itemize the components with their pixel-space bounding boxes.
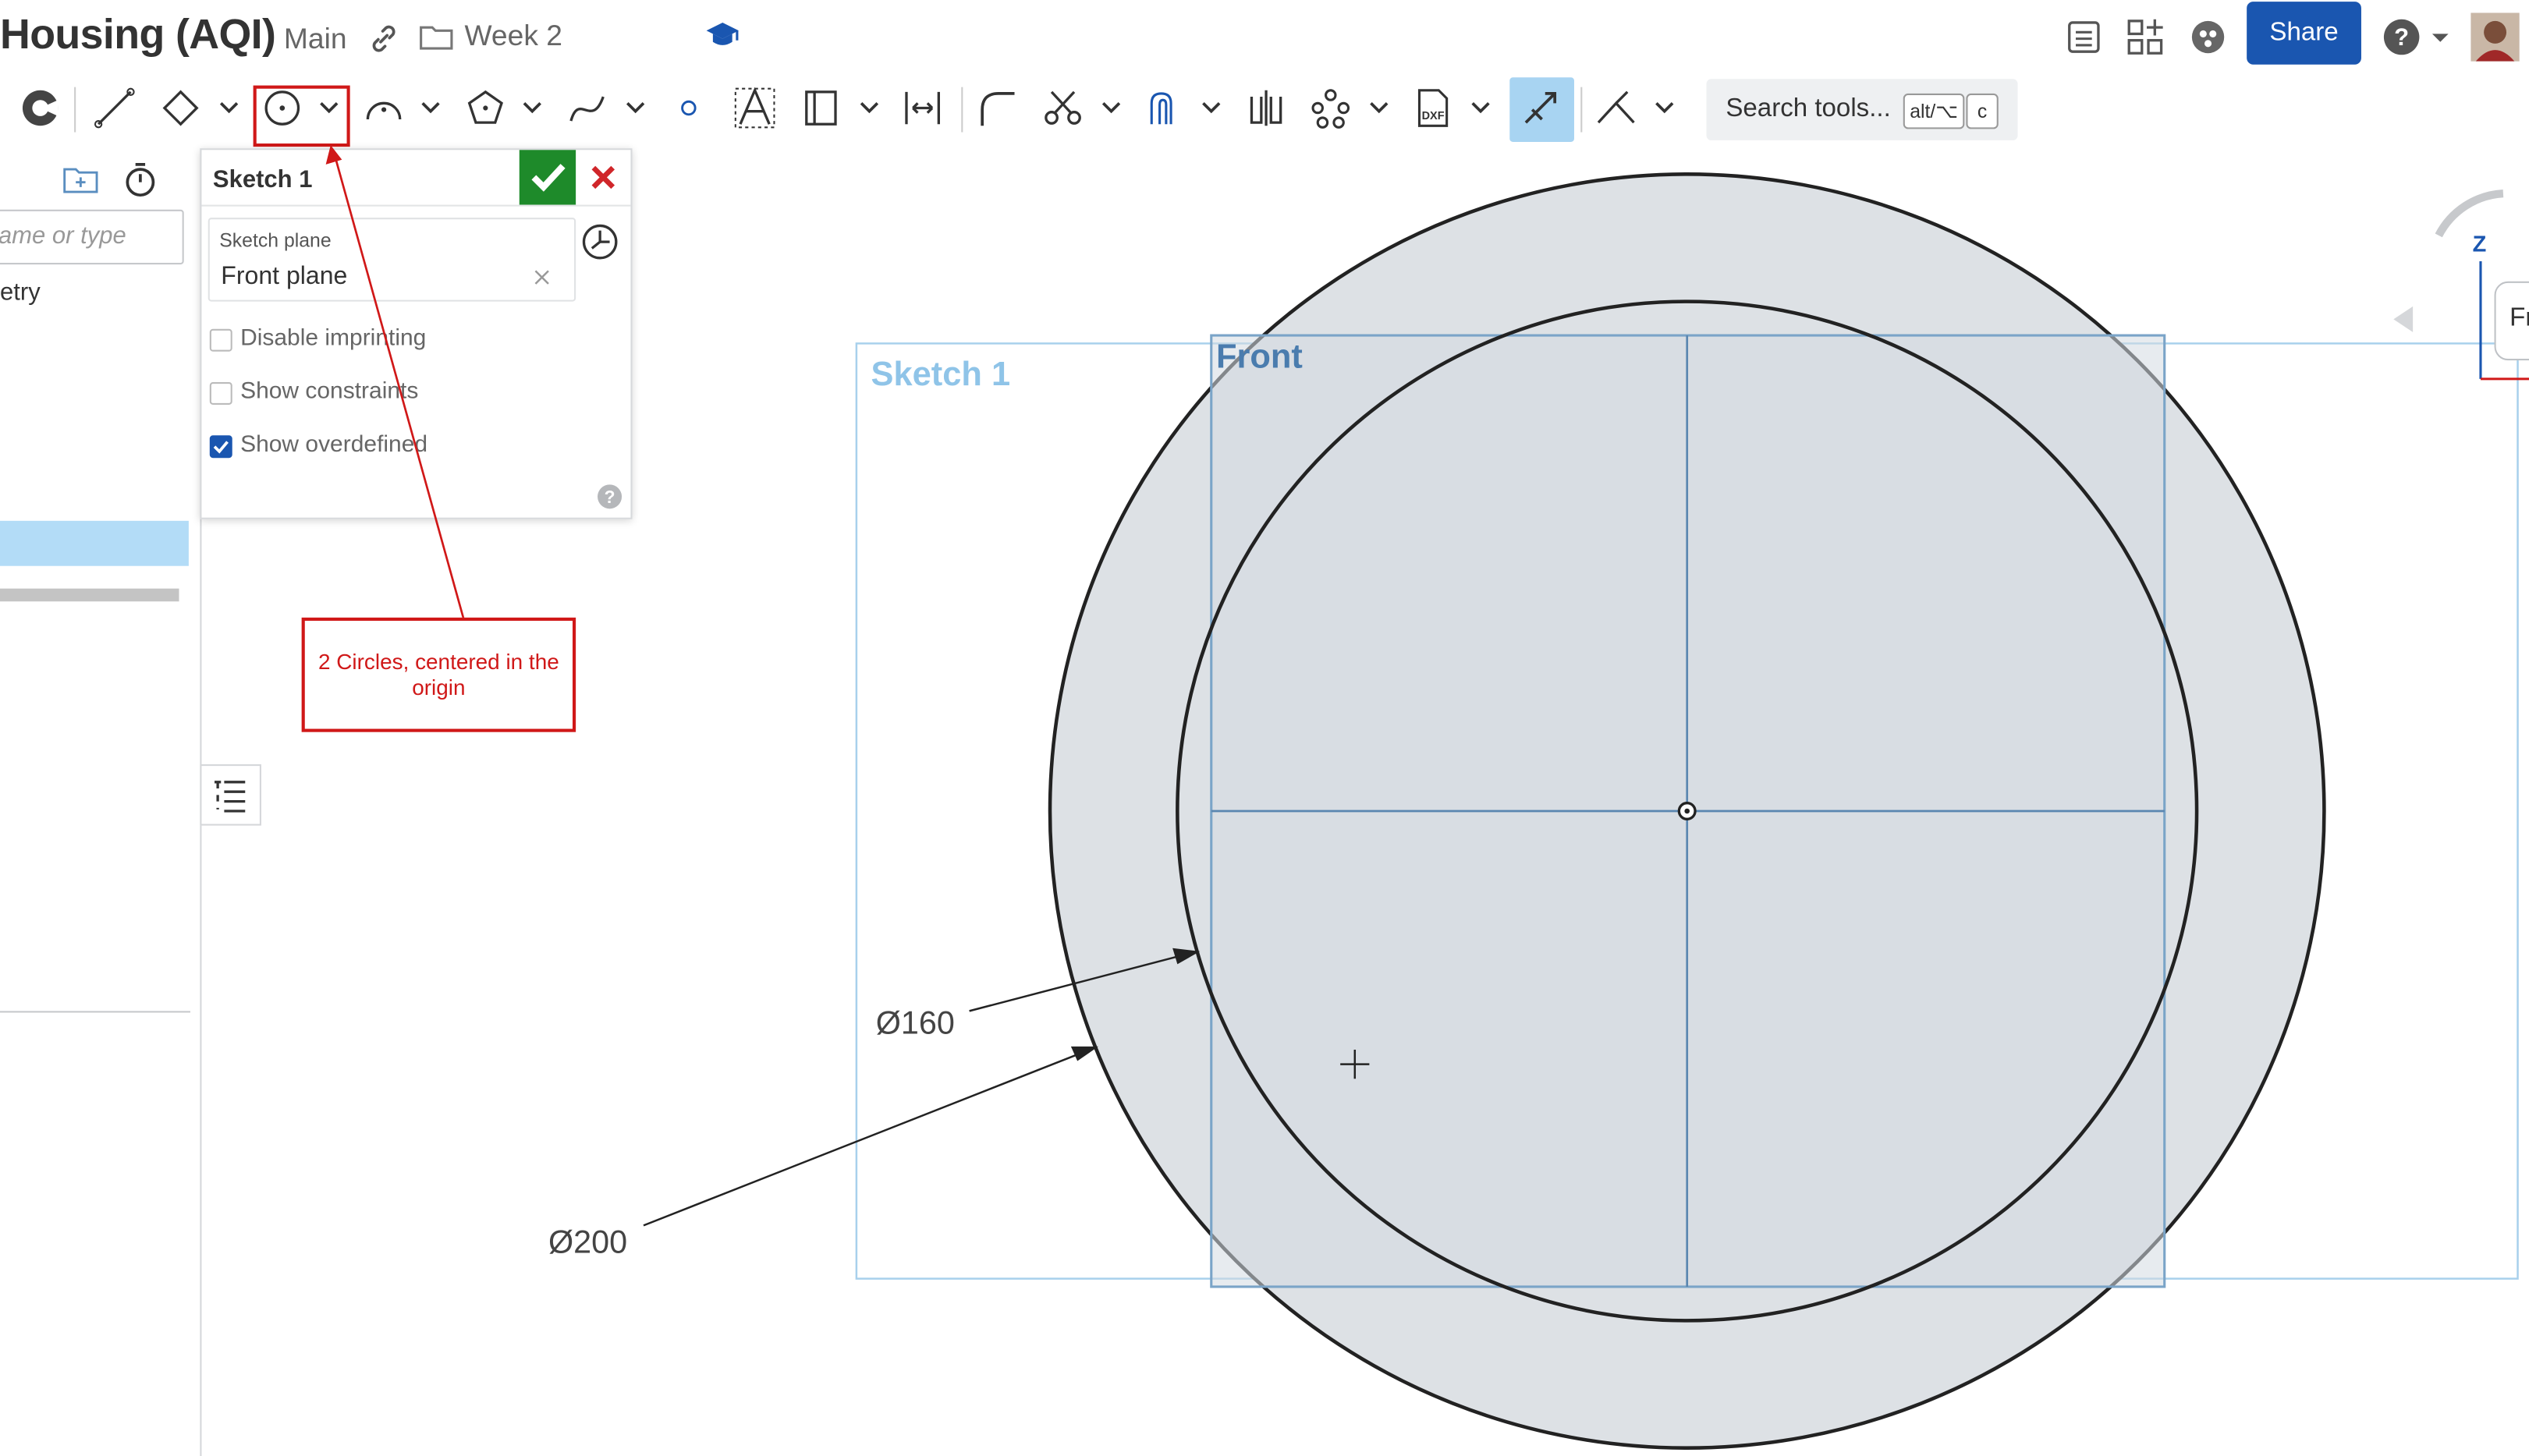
app-window: Housing (AQI) Main Week 2 Share ? DXF Se… [0, 0, 2529, 1456]
annotation-pointer-line [334, 158, 469, 634]
annotation-pointer-arrowhead [325, 145, 342, 165]
annotation-line-2: origin [412, 675, 466, 700]
annotation-callout: 2 Circles, centered in the origin [301, 617, 576, 732]
annotation-line-1: 2 Circles, centered in the [317, 650, 559, 675]
